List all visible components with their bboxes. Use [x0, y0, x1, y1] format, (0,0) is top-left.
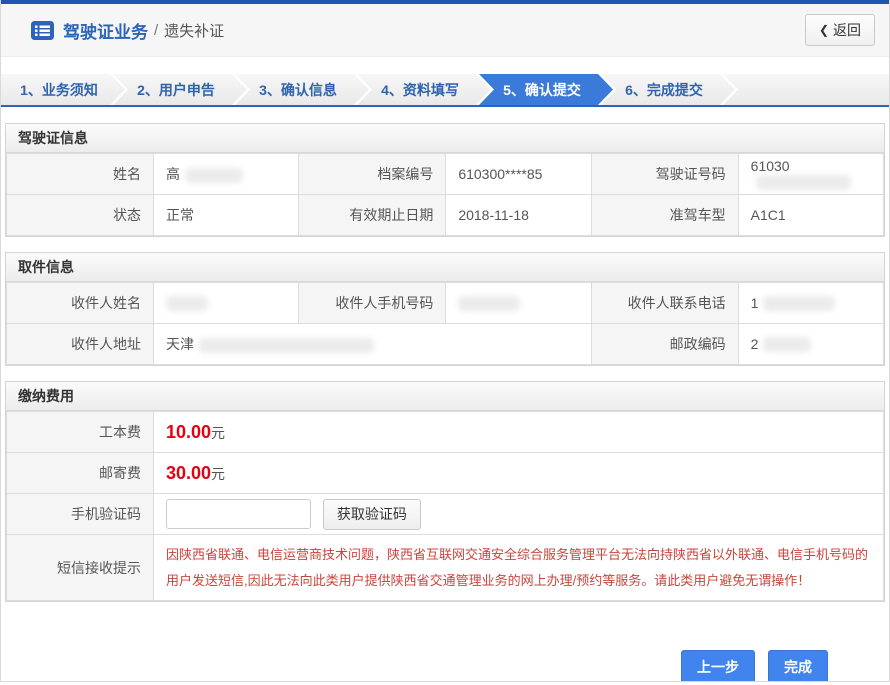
table-row: 状态 正常 有效期止日期 2018-11-18 准驾车型 A1C1 — [7, 195, 884, 236]
chevron-left-icon: ❮ — [819, 23, 829, 37]
production-fee-value: 10.00元 — [154, 412, 884, 453]
redacted-value — [756, 175, 851, 190]
page-container: 驾驶证业务 / 遗失补证 ❮ 返回 1、业务须知 2、用户申告 3、确认信息 4… — [0, 0, 890, 682]
recipient-mobile-value — [446, 283, 591, 324]
postcode-value: 2 — [738, 324, 883, 365]
file-number-label: 档案编号 — [299, 154, 446, 195]
production-fee-label: 工本费 — [7, 412, 154, 453]
name-label: 姓名 — [7, 154, 154, 195]
license-section-title: 驾驶证信息 — [6, 124, 884, 153]
name-value: 高 — [154, 154, 299, 195]
table-row: 收件人姓名 收件人手机号码 收件人联系电话 1 — [7, 283, 884, 324]
license-number-label: 驾驶证号码 — [591, 154, 738, 195]
sms-code-input[interactable] — [166, 499, 311, 529]
redacted-value — [458, 296, 520, 311]
finish-button[interactable]: 完成 — [768, 650, 828, 682]
expiry-value: 2018-11-18 — [446, 195, 591, 236]
recipient-name-label: 收件人姓名 — [7, 283, 154, 324]
recipient-name-value — [154, 283, 299, 324]
redacted-value — [199, 338, 374, 353]
redacted-value — [185, 168, 243, 183]
page-subtitle: 遗失补证 — [164, 20, 224, 41]
table-row: 姓名 高 档案编号 610300****85 驾驶证号码 61030 — [7, 154, 884, 195]
sms-notice-label: 短信接收提示 — [7, 535, 154, 601]
license-info-table: 姓名 高 档案编号 610300****85 驾驶证号码 61030 状态 正常… — [6, 153, 884, 236]
back-button-label: 返回 — [833, 20, 861, 40]
page-header: 驾驶证业务 / 遗失补证 ❮ 返回 — [1, 4, 889, 57]
sms-code-cell: 获取验证码 — [154, 494, 884, 535]
previous-step-button[interactable]: 上一步 — [681, 650, 755, 682]
steps-filler — [723, 74, 889, 105]
wizard-steps: 1、业务须知 2、用户申告 3、确认信息 4、资料填写 5、确认提交 6、完成提… — [1, 74, 889, 107]
postage-fee-amount: 30.00 — [166, 463, 211, 483]
get-code-button[interactable]: 获取验证码 — [323, 499, 421, 530]
file-number-value: 610300****85 — [446, 154, 591, 195]
status-label: 状态 — [7, 195, 154, 236]
pickup-info-table: 收件人姓名 收件人手机号码 收件人联系电话 1 收件人地址 天津 邮政编码 2 — [6, 282, 884, 365]
vehicle-class-label: 准驾车型 — [591, 195, 738, 236]
redacted-value — [763, 337, 811, 352]
address-value: 天津 — [154, 324, 592, 365]
fees-section: 缴纳费用 工本费 10.00元 邮寄费 30.00元 手机验证码 — [5, 381, 885, 602]
step-1-business-notice[interactable]: 1、业务须知 — [1, 74, 125, 105]
redacted-value — [763, 296, 835, 311]
status-value: 正常 — [154, 195, 299, 236]
license-number-value: 61030 — [738, 154, 883, 195]
sms-notice-cell: 因陕西省联通、电信运营商技术问题，陕西省互联网交通安全综合服务管理平台无法向持陕… — [154, 535, 884, 601]
vehicle-class-value: A1C1 — [738, 195, 883, 236]
list-icon — [31, 21, 54, 40]
expiry-label: 有效期止日期 — [299, 195, 446, 236]
license-info-section: 驾驶证信息 姓名 高 档案编号 610300****85 驾驶证号码 61030… — [5, 123, 885, 237]
recipient-phone-value: 1 — [738, 283, 883, 324]
table-row: 短信接收提示 因陕西省联通、电信运营商技术问题，陕西省互联网交通安全综合服务管理… — [7, 535, 884, 601]
main-content: 驾驶证信息 姓名 高 档案编号 610300****85 驾驶证号码 61030… — [1, 107, 889, 682]
table-row: 手机验证码 获取验证码 — [7, 494, 884, 535]
step-3-confirm-info[interactable]: 3、确认信息 — [235, 74, 369, 105]
postcode-label: 邮政编码 — [591, 324, 738, 365]
fee-unit: 元 — [211, 466, 225, 482]
recipient-mobile-label: 收件人手机号码 — [299, 283, 446, 324]
fee-unit: 元 — [211, 425, 225, 441]
sms-code-label: 手机验证码 — [7, 494, 154, 535]
redacted-value — [166, 296, 208, 311]
step-4-fill-materials[interactable]: 4、资料填写 — [357, 74, 491, 105]
step-2-user-declaration[interactable]: 2、用户申告 — [113, 74, 247, 105]
step-5-confirm-submit[interactable]: 5、确认提交 — [479, 74, 613, 105]
page-title: 驾驶证业务 — [63, 18, 148, 43]
production-fee-amount: 10.00 — [166, 422, 211, 442]
footer-actions: 上一步 完成 — [5, 617, 885, 682]
step-6-complete-submit[interactable]: 6、完成提交 — [601, 74, 735, 105]
fees-section-title: 缴纳费用 — [6, 382, 884, 411]
breadcrumb-separator: / — [154, 22, 158, 39]
table-row: 工本费 10.00元 — [7, 412, 884, 453]
postage-fee-label: 邮寄费 — [7, 453, 154, 494]
sms-notice-text: 因陕西省联通、电信运营商技术问题，陕西省互联网交通安全综合服务管理平台无法向持陕… — [166, 542, 871, 594]
pickup-info-section: 取件信息 收件人姓名 收件人手机号码 收件人联系电话 1 收件人地址 天津 邮政… — [5, 252, 885, 366]
back-button[interactable]: ❮ 返回 — [805, 14, 875, 46]
fees-table: 工本费 10.00元 邮寄费 30.00元 手机验证码 获取验证码 — [6, 411, 884, 601]
postage-fee-value: 30.00元 — [154, 453, 884, 494]
recipient-phone-label: 收件人联系电话 — [591, 283, 738, 324]
address-label: 收件人地址 — [7, 324, 154, 365]
pickup-section-title: 取件信息 — [6, 253, 884, 282]
table-row: 收件人地址 天津 邮政编码 2 — [7, 324, 884, 365]
table-row: 邮寄费 30.00元 — [7, 453, 884, 494]
